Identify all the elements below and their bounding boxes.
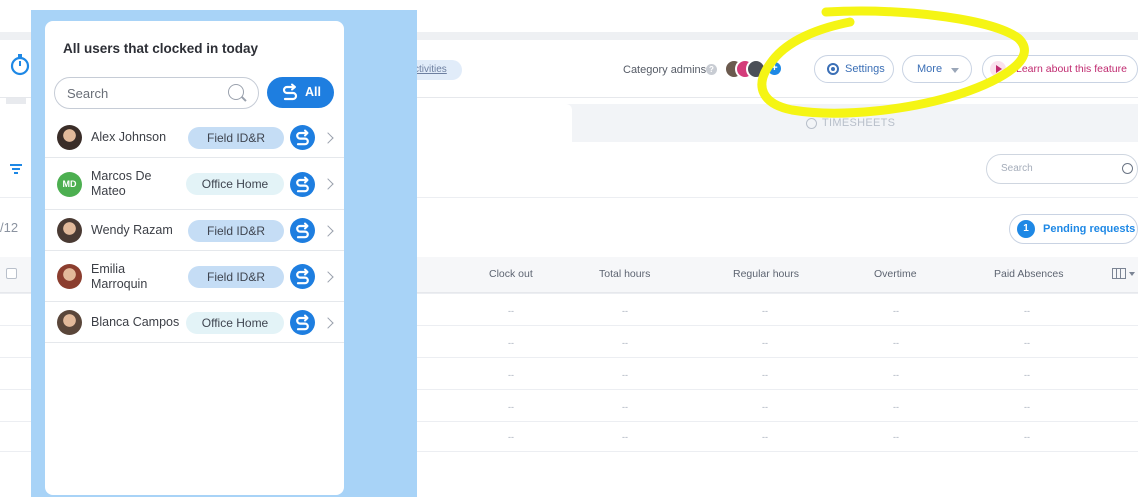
gear-icon bbox=[827, 63, 839, 75]
location-tag: Field ID&R bbox=[188, 219, 284, 242]
table-cell: -- bbox=[1024, 432, 1030, 442]
location-tag: Office Home bbox=[186, 173, 284, 195]
table-cell: -- bbox=[1024, 402, 1030, 412]
user-list-item[interactable]: Emilia Marroquin Field ID&R bbox=[45, 251, 344, 302]
pending-requests-button[interactable]: 1 Pending requests bbox=[1009, 214, 1138, 244]
table-cell: -- bbox=[762, 306, 768, 316]
sync-icon[interactable] bbox=[290, 218, 315, 243]
sync-icon bbox=[282, 83, 298, 101]
table-cell: -- bbox=[762, 370, 768, 380]
avatar-photo bbox=[57, 125, 82, 150]
chevron-right-icon[interactable] bbox=[322, 316, 334, 329]
table-cell: -- bbox=[893, 306, 899, 316]
category-admins-label: Category admins bbox=[623, 64, 707, 76]
column-header[interactable]: Paid Absences bbox=[994, 268, 1063, 280]
user-name: Emilia Marroquin bbox=[91, 262, 147, 292]
table-cell: -- bbox=[1024, 338, 1030, 348]
column-header[interactable]: Clock out bbox=[489, 268, 533, 280]
user-name: Wendy Razam bbox=[91, 222, 173, 237]
filter-icon[interactable] bbox=[10, 163, 22, 175]
chevron-right-icon[interactable] bbox=[322, 270, 334, 283]
table-cell: -- bbox=[508, 306, 514, 316]
location-tag: Office Home bbox=[186, 311, 284, 334]
table-cell: -- bbox=[893, 402, 899, 412]
table-cell: -- bbox=[622, 432, 628, 442]
table-cell: -- bbox=[1024, 306, 1030, 316]
search-icon[interactable] bbox=[228, 84, 244, 100]
stopwatch-icon[interactable] bbox=[8, 52, 32, 76]
date-fragment: /12 bbox=[0, 220, 19, 235]
sync-icon[interactable] bbox=[290, 310, 315, 335]
table-cell: -- bbox=[622, 306, 628, 316]
table-cell: -- bbox=[622, 402, 628, 412]
column-header[interactable]: Total hours bbox=[599, 268, 650, 280]
user-list-item[interactable]: MD Marcos De Mateo Office Home bbox=[45, 158, 344, 210]
chevron-right-icon[interactable] bbox=[322, 224, 334, 237]
user-list-item[interactable]: Alex Johnson Field ID&R bbox=[45, 117, 344, 158]
more-button[interactable]: More bbox=[902, 55, 972, 83]
user-name: Alex Johnson bbox=[91, 129, 167, 144]
chevron-right-icon[interactable] bbox=[322, 131, 334, 144]
learn-feature-button[interactable]: Learn about this feature bbox=[982, 55, 1138, 83]
columns-icon[interactable] bbox=[1112, 268, 1126, 279]
search-icon[interactable] bbox=[1122, 163, 1133, 174]
location-tag: Field ID&R bbox=[188, 265, 284, 288]
all-button[interactable]: All bbox=[267, 77, 334, 108]
user-name-line: Marcos De bbox=[91, 169, 152, 183]
pending-label: Pending requests bbox=[1043, 223, 1136, 235]
avatar-photo bbox=[57, 310, 82, 335]
table-cell: -- bbox=[893, 432, 899, 442]
user-list-item[interactable]: Blanca Campos Office Home bbox=[45, 302, 344, 343]
table-cell: -- bbox=[762, 338, 768, 348]
sync-icon[interactable] bbox=[290, 264, 315, 289]
table-cell: -- bbox=[508, 370, 514, 380]
all-label: All bbox=[305, 85, 321, 99]
location-tag: Field ID&R bbox=[188, 126, 284, 149]
table-cell: -- bbox=[893, 338, 899, 348]
user-name: Marcos De Mateo bbox=[91, 169, 151, 199]
avatar-initials: MD bbox=[57, 171, 82, 197]
help-icon[interactable]: ? bbox=[706, 64, 717, 75]
caret-down-icon[interactable] bbox=[1129, 272, 1135, 276]
user-name-line: Mateo bbox=[91, 184, 126, 198]
table-cell: -- bbox=[762, 402, 768, 412]
table-cell: -- bbox=[893, 370, 899, 380]
pending-count-badge: 1 bbox=[1017, 220, 1035, 238]
more-label: More bbox=[917, 63, 943, 75]
panel-title: All users that clocked in today bbox=[63, 41, 259, 56]
user-name-line: Marroquin bbox=[91, 276, 148, 291]
table-cell: -- bbox=[622, 370, 628, 380]
chevron-right-icon[interactable] bbox=[322, 178, 334, 190]
table-cell: -- bbox=[622, 338, 628, 348]
clock-icon bbox=[806, 118, 817, 129]
column-header[interactable]: Regular hours bbox=[733, 268, 799, 280]
settings-label: Settings bbox=[845, 63, 885, 75]
learn-label: Learn about this feature bbox=[1016, 63, 1127, 75]
table-cell: -- bbox=[1024, 370, 1030, 380]
clocked-in-panel: All users that clocked in today All Alex… bbox=[45, 21, 344, 495]
table-search-input[interactable]: Search bbox=[986, 154, 1138, 184]
sync-icon[interactable] bbox=[290, 171, 315, 197]
settings-button[interactable]: Settings bbox=[814, 55, 894, 83]
table-cell: -- bbox=[508, 402, 514, 412]
sync-icon[interactable] bbox=[290, 125, 315, 150]
select-all-checkbox[interactable] bbox=[6, 268, 17, 279]
table-cell: -- bbox=[508, 432, 514, 442]
table-cell: -- bbox=[508, 338, 514, 348]
add-admin-icon[interactable]: + bbox=[768, 62, 781, 75]
avatar-photo bbox=[57, 264, 82, 289]
admin-avatar[interactable] bbox=[746, 59, 766, 79]
user-name-line: Emilia bbox=[91, 261, 126, 276]
tab-timesheets[interactable]: TIMESHEETS bbox=[822, 117, 895, 129]
avatar-photo bbox=[57, 218, 82, 243]
user-list-item[interactable]: Wendy Razam Field ID&R bbox=[45, 210, 344, 251]
column-header[interactable]: Overtime bbox=[874, 268, 917, 280]
table-cell: -- bbox=[762, 432, 768, 442]
user-name: Blanca Campos bbox=[91, 314, 180, 329]
caret-down-icon bbox=[951, 68, 959, 73]
play-icon bbox=[990, 61, 1006, 77]
